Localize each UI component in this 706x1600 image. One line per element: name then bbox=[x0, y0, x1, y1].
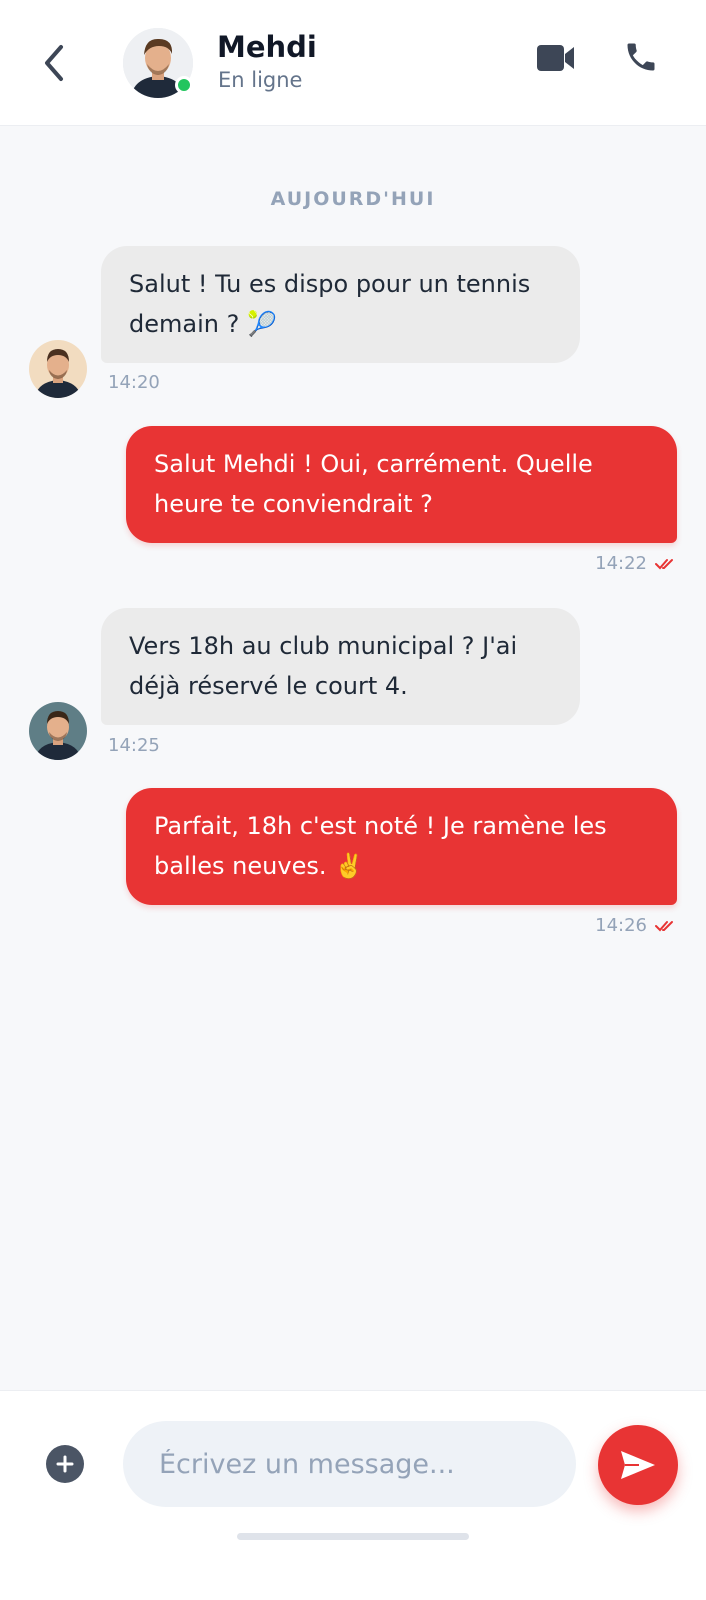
sender-avatar bbox=[29, 340, 87, 398]
chevron-left-icon bbox=[45, 45, 63, 81]
message-bubble-incoming[interactable]: Salut ! Tu es dispo pour un tennis demai… bbox=[101, 246, 580, 363]
message-input[interactable] bbox=[123, 1421, 576, 1507]
sender-avatar bbox=[29, 702, 87, 760]
message-time: 14:25 bbox=[108, 735, 160, 756]
phone-icon bbox=[627, 43, 655, 71]
contact-name: Mehdi bbox=[217, 30, 317, 64]
send-button[interactable] bbox=[598, 1425, 678, 1505]
message-text: Parfait, 18h c'est noté ! Je ramène les … bbox=[154, 812, 607, 880]
home-indicator bbox=[237, 1533, 469, 1540]
video-camera-icon bbox=[537, 45, 574, 71]
message-text: Salut Mehdi ! Oui, carrément. Quelle heu… bbox=[154, 450, 593, 518]
message-bubble-incoming[interactable]: Vers 18h au club municipal ? J'ai déjà r… bbox=[101, 608, 580, 725]
message-meta: 14:26 bbox=[595, 915, 677, 936]
double-check-icon bbox=[655, 920, 673, 931]
message-time: 14:22 bbox=[595, 553, 647, 574]
contact-status: En ligne bbox=[218, 68, 303, 92]
video-call-button[interactable] bbox=[534, 38, 578, 78]
attach-button[interactable] bbox=[46, 1445, 84, 1483]
plus-circle-icon bbox=[56, 1455, 74, 1473]
voice-call-button[interactable] bbox=[620, 36, 662, 78]
date-separator: AUJOURD'HUI bbox=[270, 188, 436, 210]
message-meta: 14:22 bbox=[595, 553, 677, 574]
message-text: Vers 18h au club municipal ? J'ai déjà r… bbox=[129, 632, 518, 700]
chat-header: Mehdi En ligne bbox=[0, 0, 706, 126]
message-bubble-outgoing[interactable]: Salut Mehdi ! Oui, carrément. Quelle heu… bbox=[126, 426, 677, 543]
chat-screen: Mehdi En ligne AUJOURD'HUI Salut ! Tu es… bbox=[0, 0, 706, 1600]
message-bubble-outgoing[interactable]: Parfait, 18h c'est noté ! Je ramène les … bbox=[126, 788, 677, 905]
message-time: 14:26 bbox=[595, 915, 647, 936]
contact-avatar[interactable] bbox=[123, 28, 193, 98]
message-composer bbox=[0, 1390, 706, 1600]
double-check-icon bbox=[655, 558, 673, 569]
message-text: Salut ! Tu es dispo pour un tennis demai… bbox=[129, 270, 531, 338]
send-icon bbox=[621, 1451, 655, 1479]
message-time: 14:20 bbox=[108, 372, 160, 393]
online-indicator bbox=[175, 76, 193, 94]
back-button[interactable] bbox=[36, 40, 72, 86]
